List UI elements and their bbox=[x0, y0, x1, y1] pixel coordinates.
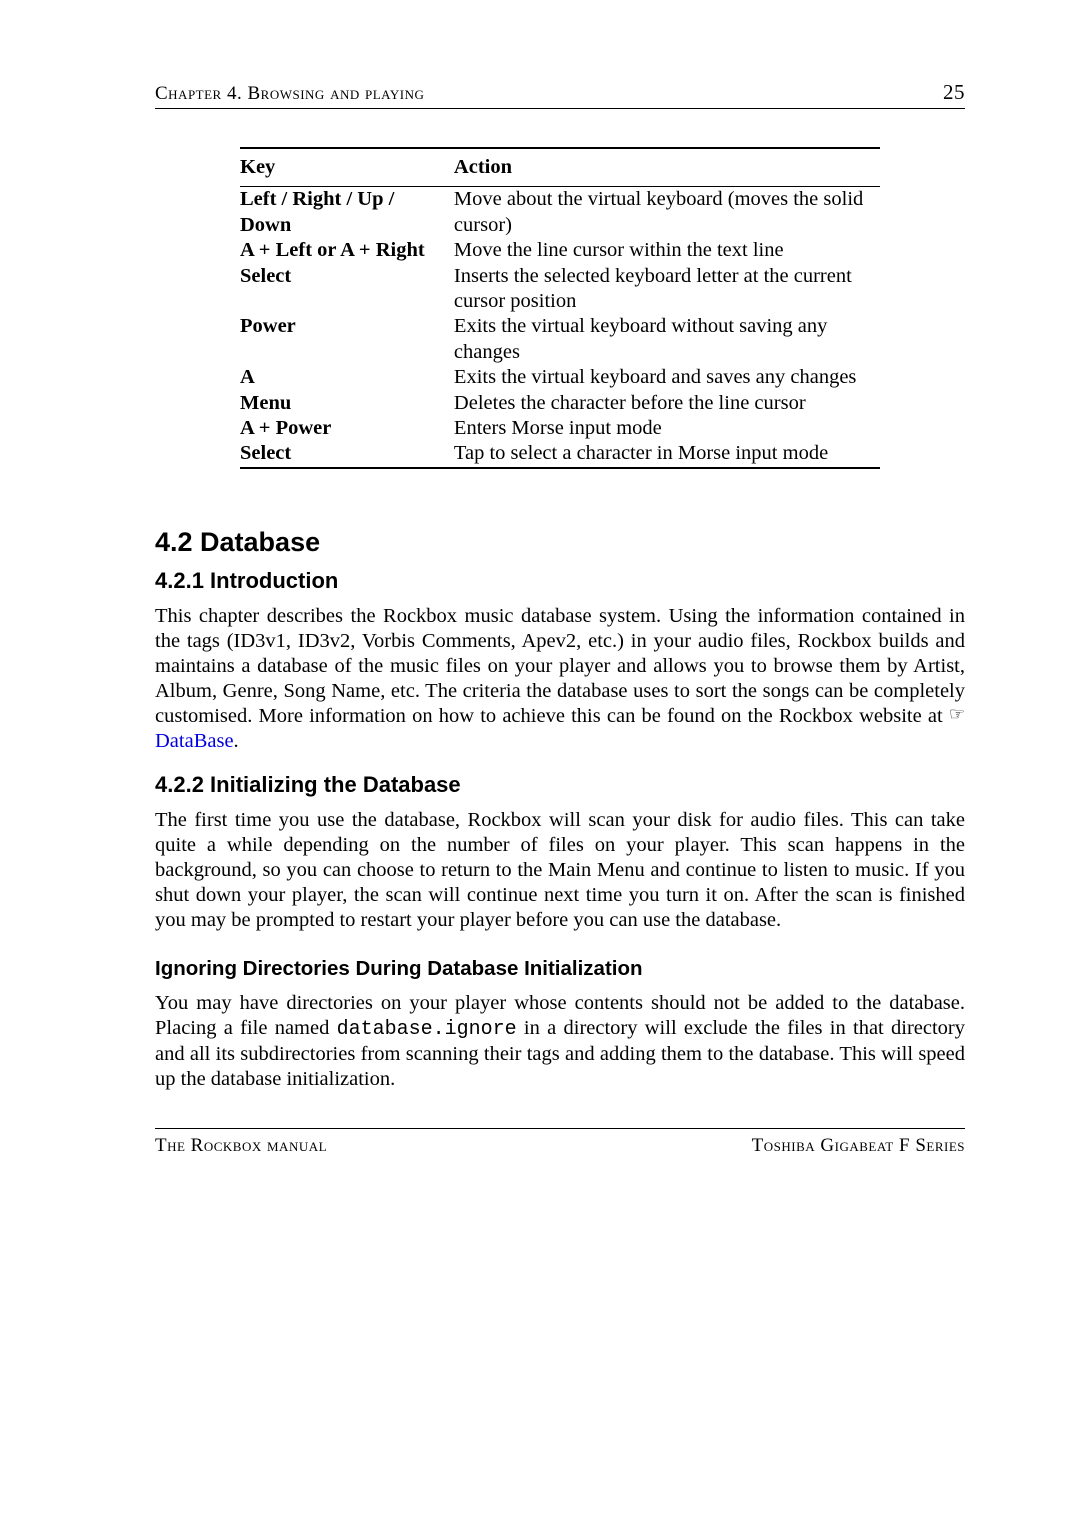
action-cell: Move about the virtual keyboard (moves t… bbox=[454, 187, 880, 238]
table-row: Select Tap to select a character in Mors… bbox=[240, 441, 880, 467]
action-cell: Exits the virtual keyboard and saves any… bbox=[454, 365, 880, 390]
init-paragraph: The first time you use the database, Roc… bbox=[155, 808, 965, 933]
key-cell: Power bbox=[240, 314, 454, 365]
subsection-heading: 4.2.1 Introduction bbox=[155, 568, 965, 594]
footer-right: Toshiba Gigabeat F Series bbox=[752, 1135, 965, 1157]
hand-icon: ☞ bbox=[949, 704, 965, 724]
footer-rule bbox=[155, 1128, 965, 1129]
action-cell: Tap to select a character in Morse input… bbox=[454, 441, 880, 467]
table-head-key: Key bbox=[240, 148, 454, 187]
paragraph-text: This chapter describes the Rockbox music… bbox=[155, 605, 965, 727]
key-cell: Menu bbox=[240, 391, 454, 416]
table-row: A Exits the virtual keyboard and saves a… bbox=[240, 365, 880, 390]
action-cell: Exits the virtual keyboard without savin… bbox=[454, 314, 880, 365]
subsection-heading: 4.2.2 Initializing the Database bbox=[155, 772, 965, 798]
table-row: Select Inserts the selected keyboard let… bbox=[240, 264, 880, 315]
code-filename: database.ignore bbox=[337, 1018, 517, 1041]
database-link[interactable]: DataBase bbox=[155, 730, 234, 752]
key-cell: Select bbox=[240, 441, 454, 467]
table-row: A + Power Enters Morse input mode bbox=[240, 416, 880, 441]
header-page-number: 25 bbox=[943, 80, 965, 105]
action-cell: Move the line cursor within the text lin… bbox=[454, 238, 880, 263]
table-row: A + Left or A + Right Move the line curs… bbox=[240, 238, 880, 263]
section-heading: 4.2 Database bbox=[155, 527, 965, 558]
key-cell: A + Power bbox=[240, 416, 454, 441]
table-row: Menu Deletes the character before the li… bbox=[240, 391, 880, 416]
key-cell: Select bbox=[240, 264, 454, 315]
key-cell: A bbox=[240, 365, 454, 390]
key-cell: Left / Right / Up / Down bbox=[240, 187, 454, 238]
action-cell: Enters Morse input mode bbox=[454, 416, 880, 441]
intro-paragraph: This chapter describes the Rockbox music… bbox=[155, 604, 965, 754]
action-cell: Inserts the selected keyboard letter at … bbox=[454, 264, 880, 315]
key-cell: A + Left or A + Right bbox=[240, 238, 454, 263]
table-row: Left / Right / Up / Down Move about the … bbox=[240, 187, 880, 238]
running-footer: The Rockbox manual Toshiba Gigabeat F Se… bbox=[155, 1135, 965, 1157]
table-head-action: Action bbox=[454, 148, 880, 187]
header-chapter: Chapter 4. Browsing and playing bbox=[155, 83, 424, 105]
subsubsection-heading: Ignoring Directories During Database Ini… bbox=[155, 957, 965, 981]
key-action-table: Key Action Left / Right / Up / Down Move… bbox=[240, 147, 880, 469]
action-cell: Deletes the character before the line cu… bbox=[454, 391, 880, 416]
running-header: Chapter 4. Browsing and playing 25 bbox=[155, 80, 965, 109]
paragraph-text: . bbox=[234, 730, 239, 752]
ignore-paragraph: You may have directories on your player … bbox=[155, 991, 965, 1092]
table-row: Power Exits the virtual keyboard without… bbox=[240, 314, 880, 365]
footer-left: The Rockbox manual bbox=[155, 1135, 327, 1157]
